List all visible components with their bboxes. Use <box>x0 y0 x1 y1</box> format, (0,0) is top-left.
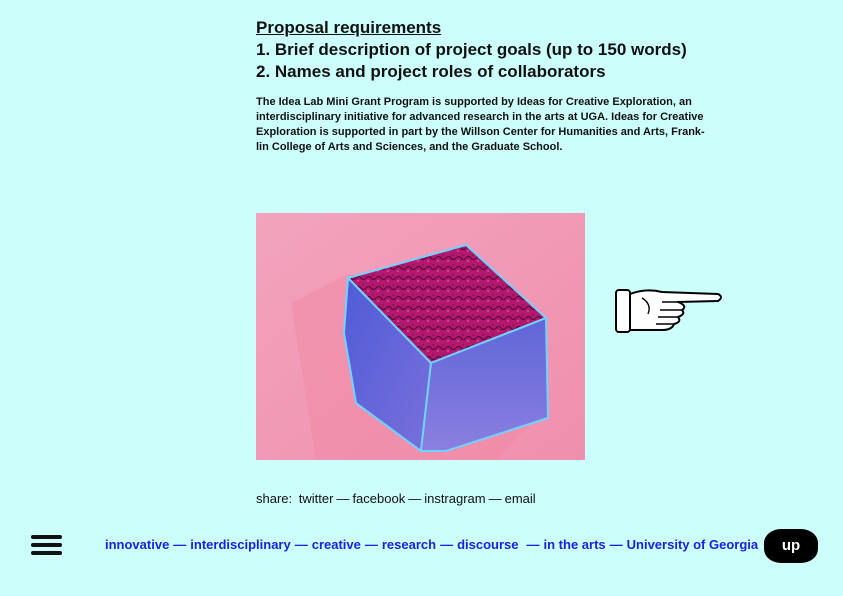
tagline-separator: — <box>526 537 540 552</box>
requirements-title: Proposal requirements <box>256 18 442 37</box>
tagline-separator: — <box>440 537 454 552</box>
share-separator: — <box>488 491 502 506</box>
menu-bar <box>31 551 62 555</box>
scroll-up-button[interactable]: up <box>764 529 818 563</box>
cube-artwork-image <box>256 213 585 460</box>
tagline-link-in-the-arts[interactable]: in the arts <box>544 537 606 552</box>
share-twitter-link[interactable]: twitter <box>299 491 334 506</box>
share-facebook-link[interactable]: facebook <box>352 491 405 506</box>
description-line: interdisciplinary initiative for advance… <box>256 111 704 123</box>
share-instagram-link[interactable]: instragram <box>424 491 485 506</box>
tagline-separator: — <box>294 537 308 552</box>
tagline-link-discourse[interactable]: discourse <box>457 537 518 552</box>
menu-bar <box>31 535 62 539</box>
share-separator: — <box>336 491 350 506</box>
tagline-separator: — <box>364 537 378 552</box>
description-line: The Idea Lab Mini Grant Program is suppo… <box>256 96 692 108</box>
share-separator: — <box>408 491 422 506</box>
share-email-link[interactable]: email <box>505 491 536 506</box>
tagline-link-creative[interactable]: creative <box>312 537 361 552</box>
tagline-link-university-of-georgia[interactable]: University of Georgia <box>627 537 758 552</box>
requirement-item-collaborators: 2. Names and project roles of collaborat… <box>256 62 606 81</box>
program-description: The Idea Lab Mini Grant Program is suppo… <box>256 95 748 155</box>
pointing-hand-icon <box>615 289 722 333</box>
tagline-separator: — <box>173 537 187 552</box>
main-content: Proposal requirements 1. Brief descripti… <box>256 17 756 155</box>
share-bar: share: twitter — facebook — instragram — email <box>256 491 536 507</box>
tagline-link-interdisciplinary[interactable]: interdisciplinary <box>190 537 290 552</box>
tagline-separator: — <box>609 537 623 552</box>
description-line: lin College of Arts and Sciences, and th… <box>256 141 563 153</box>
hamburger-menu-icon[interactable] <box>31 535 62 555</box>
share-label: share: <box>256 491 293 506</box>
requirement-item-goals: 1. Brief description of project goals (u… <box>256 40 687 59</box>
footer-tagline: innovative — interdisciplinary — creative — re… <box>105 537 758 553</box>
tagline-link-research[interactable]: research <box>382 537 436 552</box>
description-line: Exploration is supported in part by the … <box>256 126 705 138</box>
tagline-link-innovative[interactable]: innovative <box>105 537 169 552</box>
menu-bar <box>31 543 62 547</box>
